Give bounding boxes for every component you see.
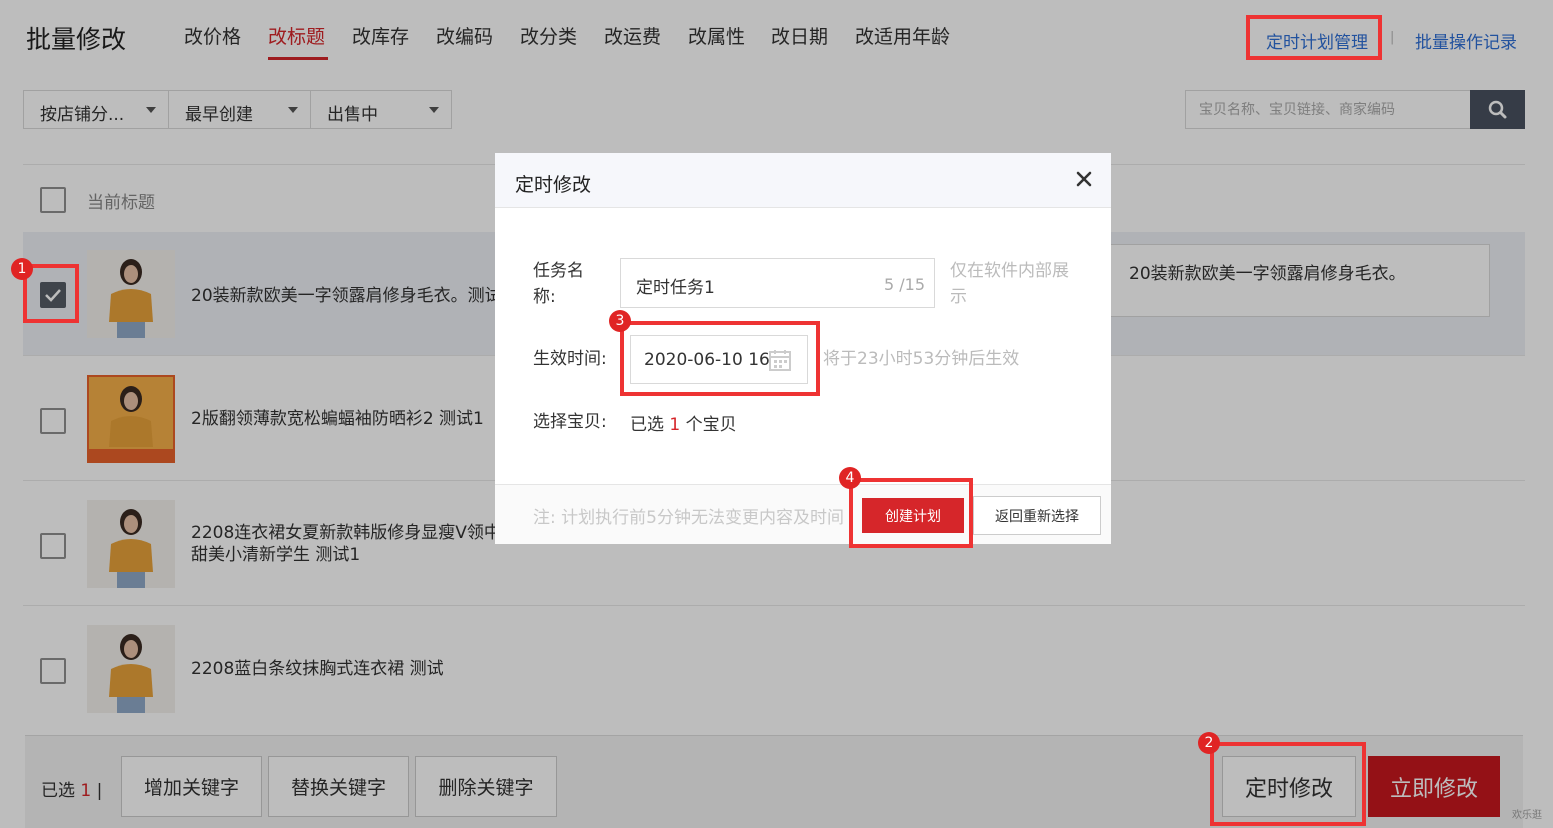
task-name-char-count: 5 /15 <box>883 275 925 294</box>
effective-time-hint: 将于23小时53分钟后生效 <box>823 349 1020 369</box>
step-badge-4: 4 <box>839 467 861 489</box>
task-name-input[interactable]: 定时任务1 5 /15 <box>620 258 935 308</box>
close-icon <box>1076 171 1092 187</box>
step-badge-3: 3 <box>609 310 631 332</box>
highlight-box-scheduled-modify <box>1210 742 1366 826</box>
select-items-label: 选择宝贝: <box>533 412 607 432</box>
effective-time-label: 生效时间: <box>533 349 607 369</box>
reselect-button[interactable]: 返回重新选择 <box>973 496 1101 535</box>
select-items-summary: 已选 1 个宝贝 <box>630 410 737 435</box>
task-name-hint-line-2: 示 <box>950 287 967 307</box>
highlight-box-effective-time <box>620 321 820 396</box>
modal-title: 定时修改 <box>515 174 592 196</box>
step-badge-1: 1 <box>11 258 33 280</box>
task-name-label-line-1: 任务名 <box>533 261 584 281</box>
modal-footer: 注: 计划执行前5分钟无法变更内容及时间 创建计划 返回重新选择 <box>495 484 1111 544</box>
watermark-text: 欢乐逛 <box>1512 810 1542 821</box>
task-name-label-line-2: 称: <box>533 287 556 307</box>
close-button[interactable] <box>1073 168 1095 190</box>
highlight-box-schedule-manage <box>1246 15 1382 60</box>
task-name-hint-line-1: 仅在软件内部展 <box>950 261 1069 281</box>
select-items-suffix: 个宝贝 <box>685 415 737 435</box>
footer-note: 注: 计划执行前5分钟无法变更内容及时间 <box>533 508 844 528</box>
select-items-count: 1 <box>669 415 681 435</box>
highlight-box-create-plan <box>849 478 973 548</box>
select-items-prefix: 已选 <box>630 415 664 435</box>
task-name-value: 定时任务1 <box>636 278 715 298</box>
modal-header: 定时修改 <box>495 153 1111 208</box>
step-badge-2: 2 <box>1198 732 1220 754</box>
